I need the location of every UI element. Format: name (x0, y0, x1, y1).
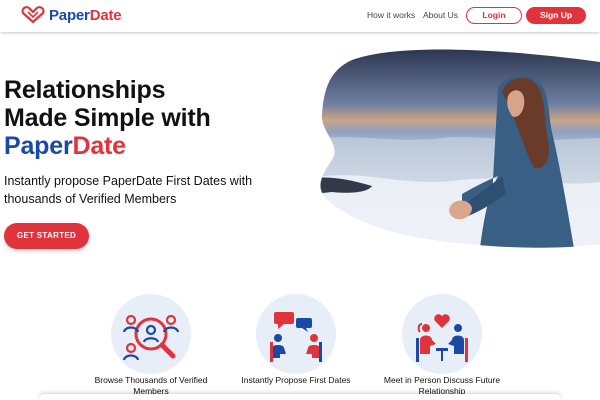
feature-meet: Meet in Person Discuss Future Relationsh… (377, 294, 507, 397)
signup-button[interactable]: Sign Up (526, 7, 586, 24)
nav-how-it-works[interactable]: How it works (367, 10, 415, 20)
couple-date-icon (402, 294, 482, 374)
hero-subtitle: Instantly propose PaperDate First Dates … (4, 174, 253, 206)
conversation-icon (256, 294, 336, 374)
heart-logo-icon (21, 6, 45, 24)
people-search-icon (111, 294, 191, 374)
nav-about-us[interactable]: About Us (423, 10, 458, 20)
feature-propose-label: Instantly Propose First Dates (241, 375, 351, 385)
hero-title-brand: PaperDate (4, 132, 126, 160)
hero-photo (320, 49, 600, 248)
login-button[interactable]: Login (466, 7, 522, 24)
feature-browse: Browse Thousands of Verified Members (86, 294, 216, 397)
bottom-card-edge (40, 394, 560, 400)
hero-title-line1: Relationships (4, 76, 166, 104)
hero-title: Relationships Made Simple with PaperDate (4, 76, 211, 160)
logo[interactable]: PaperDate (20, 6, 122, 24)
hero-title-line2: Made Simple with (4, 104, 211, 132)
get-started-button[interactable]: GET STARTED (4, 223, 89, 249)
logo-text: PaperDate (49, 6, 122, 24)
feature-propose: Instantly Propose First Dates (231, 294, 361, 386)
top-navbar: PaperDate How it works About Us Login Si… (0, 0, 600, 32)
